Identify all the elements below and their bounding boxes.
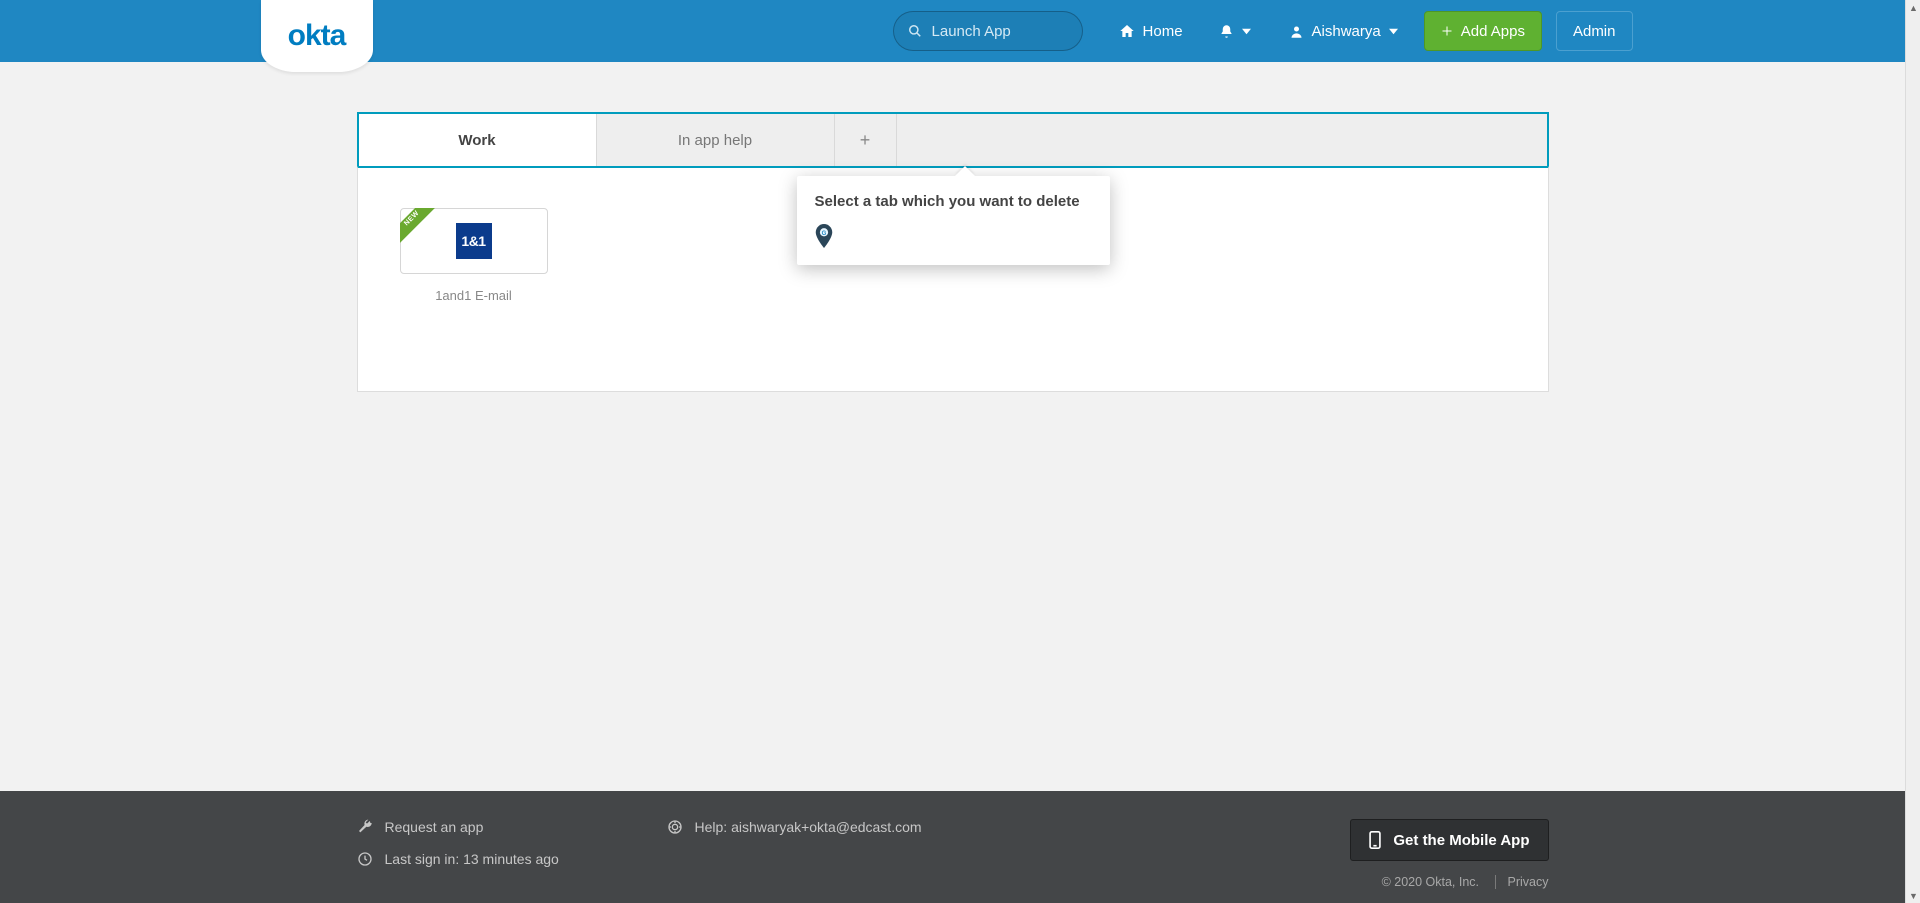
add-apps-button[interactable]: Add Apps xyxy=(1424,11,1542,51)
hint-tooltip: Select a tab which you want to delete G xyxy=(797,176,1110,265)
tab-work[interactable]: Work xyxy=(359,114,597,166)
user-icon xyxy=(1289,24,1304,39)
get-mobile-app-button[interactable]: Get the Mobile App xyxy=(1350,819,1548,861)
clock-icon xyxy=(357,851,373,867)
add-apps-label: Add Apps xyxy=(1461,23,1525,40)
scrollbar[interactable]: ▲ ▼ xyxy=(1905,0,1920,903)
new-ribbon: NEW xyxy=(400,208,442,250)
request-app-link[interactable]: Request an app xyxy=(385,819,484,835)
brand-name: okta xyxy=(288,19,346,53)
home-icon xyxy=(1119,23,1135,39)
notifications-menu[interactable] xyxy=(1209,11,1261,51)
app-logo: 1&1 xyxy=(456,223,492,259)
tab-strip: Work In app help + xyxy=(357,112,1549,166)
privacy-link[interactable]: Privacy xyxy=(1495,875,1549,889)
tab-work-label: Work xyxy=(458,132,495,149)
pin-icon: G xyxy=(815,224,833,248)
app-tile-1and1[interactable]: NEW 1&1 1and1 E-mail xyxy=(400,208,548,303)
wrench-icon xyxy=(357,819,373,835)
tab-help-label: In app help xyxy=(678,132,752,149)
last-signin-text: Last sign in: 13 minutes ago xyxy=(385,851,559,867)
brand-logo[interactable]: okta xyxy=(261,0,373,62)
search-placeholder: Launch App xyxy=(932,23,1011,40)
mobile-app-label: Get the Mobile App xyxy=(1393,832,1529,849)
chevron-down-icon xyxy=(1242,27,1251,36)
chevron-down-icon xyxy=(1389,27,1398,36)
mobile-icon xyxy=(1369,831,1381,849)
copyright-text: © 2020 Okta, Inc. xyxy=(1382,875,1479,889)
tooltip-text: Select a tab which you want to delete xyxy=(815,192,1092,212)
scroll-down-icon[interactable]: ▼ xyxy=(1906,888,1920,903)
tab-add[interactable]: + xyxy=(835,114,897,166)
bell-icon xyxy=(1219,24,1234,39)
home-label: Home xyxy=(1143,23,1183,40)
user-name: Aishwarya xyxy=(1312,23,1381,40)
plus-icon: + xyxy=(860,130,871,151)
user-menu[interactable]: Aishwarya xyxy=(1279,11,1408,51)
help-icon xyxy=(667,819,683,835)
home-link[interactable]: Home xyxy=(1109,11,1193,51)
plus-icon xyxy=(1441,25,1453,37)
search-icon xyxy=(908,24,922,38)
legal-row: © 2020 Okta, Inc. Privacy xyxy=(1382,875,1549,889)
admin-label: Admin xyxy=(1573,23,1616,40)
header-bar: okta Launch App Home Aishwarya xyxy=(0,0,1905,62)
scroll-up-icon[interactable]: ▲ xyxy=(1906,0,1920,15)
footer: Request an app Last sign in: 13 minutes … xyxy=(0,791,1905,903)
admin-button[interactable]: Admin xyxy=(1556,11,1633,51)
svg-text:G: G xyxy=(821,231,826,237)
tab-inapphelp[interactable]: In app help xyxy=(597,114,835,166)
help-link[interactable]: Help: aishwaryak+okta@edcast.com xyxy=(695,819,922,835)
ribbon-text: NEW xyxy=(403,210,421,228)
app-caption: 1and1 E-mail xyxy=(400,288,548,303)
search-input[interactable]: Launch App xyxy=(893,11,1083,51)
app-logo-text: 1&1 xyxy=(461,233,485,249)
